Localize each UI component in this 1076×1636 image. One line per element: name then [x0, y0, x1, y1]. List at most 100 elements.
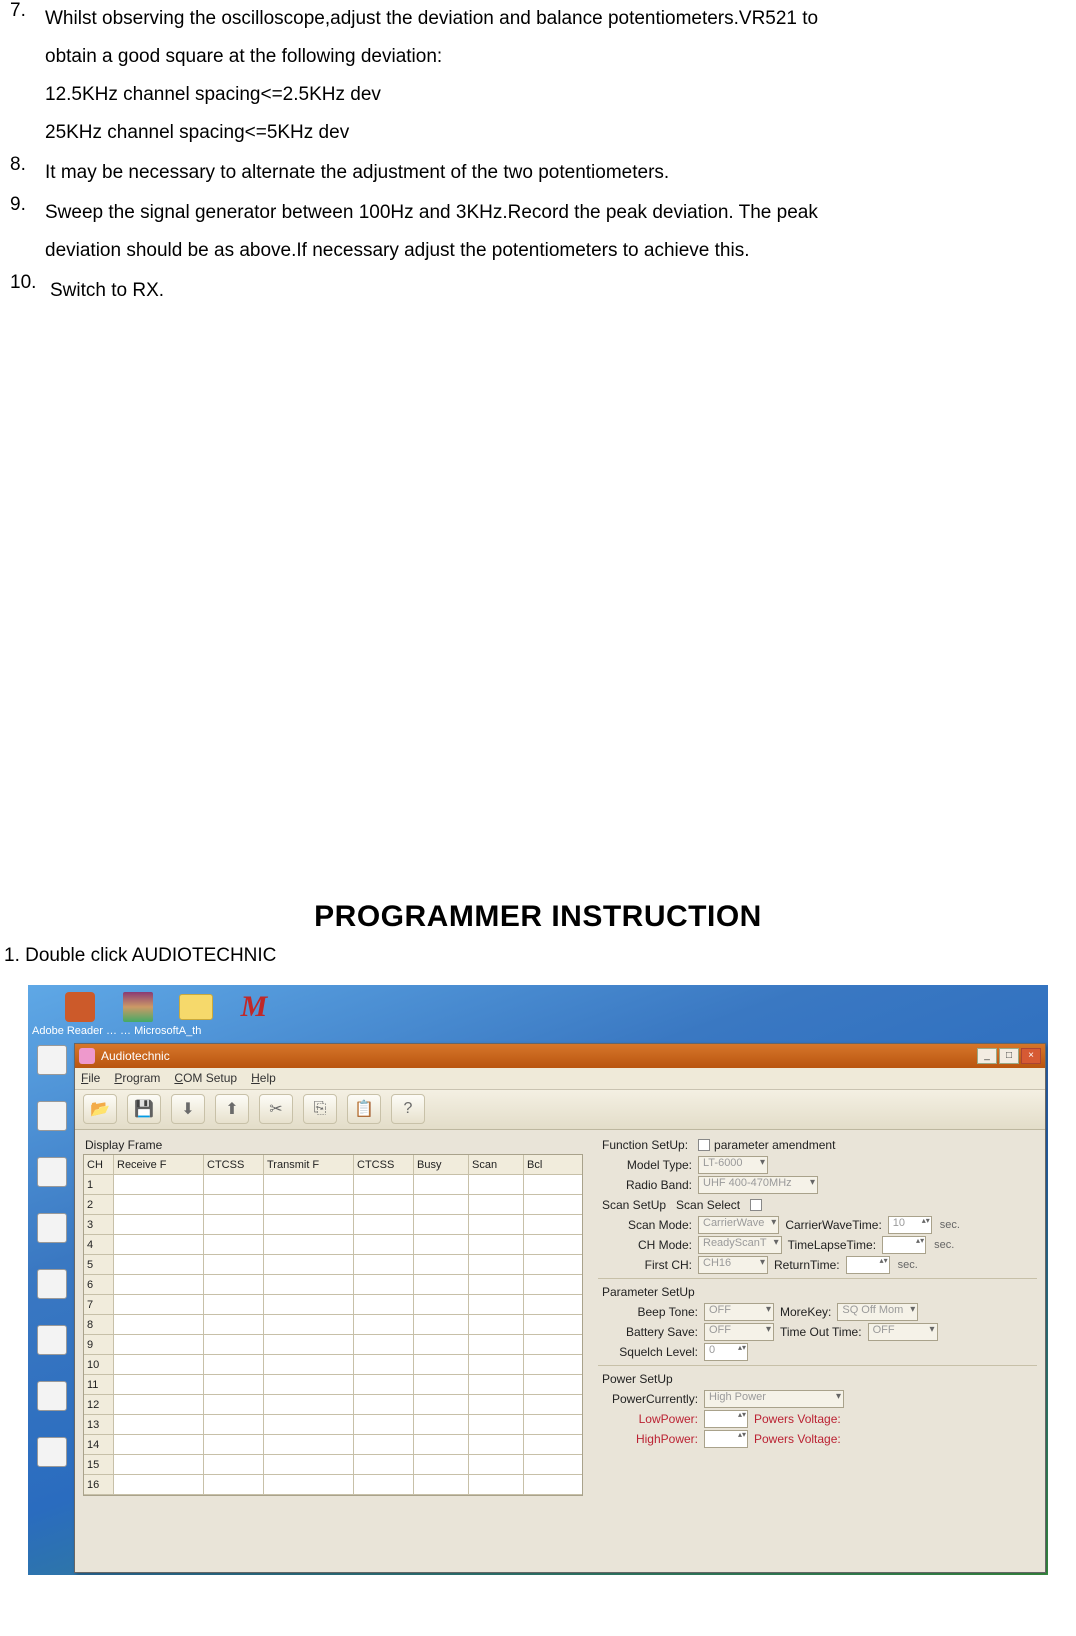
desktop-icon[interactable] [34, 1157, 70, 1201]
list-item-7: 7. Whilst observing the oscilloscope,adj… [10, 0, 1046, 152]
desktop-icon[interactable] [34, 1437, 70, 1481]
toolbar: 📂 💾 ⬇ ⬆ ✂ ⎘ 📋 ? [75, 1090, 1045, 1130]
read-icon[interactable]: ⬇ [171, 1094, 205, 1124]
table-row[interactable]: 1 [84, 1175, 582, 1195]
time-lapse-label: TimeLapseTime: [788, 1238, 876, 1252]
menu-file[interactable]: File [81, 1071, 100, 1085]
desktop-icon[interactable] [34, 1045, 70, 1089]
table-row[interactable]: 14 [84, 1435, 582, 1455]
table-row[interactable]: 3 [84, 1215, 582, 1235]
scan-setup-label: Scan SetUp [602, 1198, 666, 1212]
desktop-side-icons [34, 991, 74, 1493]
desktop-icon[interactable] [34, 1325, 70, 1369]
radio-band-label: Radio Band: [612, 1178, 692, 1192]
step-1-text: 1. Double click AUDIOTECHNIC [0, 942, 1076, 981]
more-key-dropdown[interactable]: SQ Off Mom [837, 1303, 918, 1321]
table-row[interactable]: 12 [84, 1395, 582, 1415]
list-num-8: 8. [10, 154, 45, 192]
list-num-9: 9. [10, 194, 45, 270]
high-power-label: HighPower: [612, 1432, 698, 1446]
parameter-amendment-checkbox[interactable]: parameter amendment [698, 1138, 835, 1152]
open-icon[interactable]: 📂 [83, 1094, 117, 1124]
help-icon[interactable]: ? [391, 1094, 425, 1124]
return-time-spin[interactable] [846, 1256, 890, 1274]
channel-table[interactable]: CH Receive F CTCSS Transmit F CTCSS Busy… [83, 1154, 583, 1496]
save-icon[interactable]: 💾 [127, 1094, 161, 1124]
folder-icon[interactable] [178, 989, 214, 1025]
cut-icon[interactable]: ✂ [259, 1094, 293, 1124]
list9-line2: deviation should be as above.If necessar… [45, 232, 1046, 270]
menu-bar: File Program COM Setup Help [75, 1068, 1045, 1090]
beep-tone-dropdown[interactable]: OFF [704, 1303, 774, 1321]
ch-mode-dropdown[interactable]: ReadyScanT [698, 1236, 782, 1254]
high-voltage-label: Powers Voltage: [754, 1432, 841, 1446]
table-row[interactable]: 2 [84, 1195, 582, 1215]
desktop-icon[interactable] [34, 1269, 70, 1313]
winrar-icon[interactable] [120, 989, 156, 1025]
table-row[interactable]: 7 [84, 1295, 582, 1315]
sec-suffix-2: sec. [934, 1239, 954, 1251]
carrier-wave-time-spin[interactable]: 10 [888, 1216, 932, 1234]
table-row[interactable]: 15 [84, 1455, 582, 1475]
table-row[interactable]: 4 [84, 1235, 582, 1255]
list9-line1: Sweep the signal generator between 100Hz… [45, 194, 1046, 232]
copy-icon[interactable]: ⎘ [303, 1094, 337, 1124]
list-num-10: 10. [10, 272, 50, 310]
desktop-icon[interactable] [34, 1213, 70, 1257]
window-titlebar[interactable]: Audiotechnic _ □ × [75, 1044, 1045, 1068]
table-row[interactable]: 6 [84, 1275, 582, 1295]
scan-mode-label: Scan Mode: [612, 1218, 692, 1232]
more-key-label: MoreKey: [780, 1305, 831, 1319]
minimize-button[interactable]: _ [977, 1048, 997, 1064]
high-power-spin[interactable] [704, 1430, 748, 1448]
col-receive-f: Receive F [114, 1155, 204, 1175]
beep-tone-label: Beep Tone: [612, 1305, 698, 1319]
low-voltage-label: Powers Voltage: [754, 1412, 841, 1426]
radio-band-dropdown[interactable]: UHF 400-470MHz [698, 1176, 818, 1194]
sec-suffix-3: sec. [898, 1259, 918, 1271]
col-transmit-f: Transmit F [264, 1155, 354, 1175]
low-power-spin[interactable] [704, 1410, 748, 1428]
table-row[interactable]: 16 [84, 1475, 582, 1495]
desktop-icon[interactable] [34, 1381, 70, 1425]
carrier-wave-time-label: CarrierWaveTime: [785, 1218, 881, 1232]
table-row[interactable]: 9 [84, 1335, 582, 1355]
menu-help[interactable]: Help [251, 1071, 276, 1085]
list7-line3: 12.5KHz channel spacing<=2.5KHz dev [45, 76, 1046, 114]
model-type-dropdown[interactable]: LT-6000 [698, 1156, 768, 1174]
scan-mode-dropdown[interactable]: CarrierWave [698, 1216, 779, 1234]
desktop-icon[interactable] [34, 1101, 70, 1145]
paste-icon[interactable]: 📋 [347, 1094, 381, 1124]
list7-line1: Whilst observing the oscilloscope,adjust… [45, 0, 1046, 38]
menu-com-setup[interactable]: COM Setup [174, 1071, 237, 1085]
ch-mode-label: CH Mode: [612, 1238, 692, 1252]
tot-dropdown[interactable]: OFF [868, 1323, 938, 1341]
write-icon[interactable]: ⬆ [215, 1094, 249, 1124]
list7-line2: obtain a good square at the following de… [45, 38, 1046, 76]
maximize-button[interactable]: □ [999, 1048, 1019, 1064]
scan-select-checkbox[interactable] [750, 1199, 762, 1211]
col-scan: Scan [469, 1155, 524, 1175]
table-row[interactable]: 5 [84, 1255, 582, 1275]
model-type-label: Model Type: [612, 1158, 692, 1172]
menu-program[interactable]: Program [114, 1071, 160, 1085]
power-currently-dropdown[interactable]: High Power [704, 1390, 844, 1408]
power-currently-label: PowerCurrently: [612, 1392, 698, 1406]
table-row[interactable]: 8 [84, 1315, 582, 1335]
first-ch-dropdown[interactable]: CH16 [698, 1256, 768, 1274]
list8-text: It may be necessary to alternate the adj… [45, 154, 1046, 192]
table-row[interactable]: 10 [84, 1355, 582, 1375]
col-ch: CH [84, 1155, 114, 1175]
sec-suffix-1: sec. [940, 1219, 960, 1231]
table-row[interactable]: 11 [84, 1375, 582, 1395]
col-ctcss1: CTCSS [204, 1155, 264, 1175]
close-button[interactable]: × [1021, 1048, 1041, 1064]
m-app-icon[interactable]: M [236, 989, 272, 1025]
app-icon [79, 1048, 95, 1064]
battery-save-dropdown[interactable]: OFF [704, 1323, 774, 1341]
application-screenshot: M Adobe Reader … … MicrosoftA_th Audiote… [28, 985, 1048, 1575]
time-lapse-spin[interactable] [882, 1236, 926, 1254]
list-item-9: 9. Sweep the signal generator between 10… [10, 194, 1046, 270]
table-row[interactable]: 13 [84, 1415, 582, 1435]
squelch-level-spin[interactable]: 0 [704, 1343, 748, 1361]
